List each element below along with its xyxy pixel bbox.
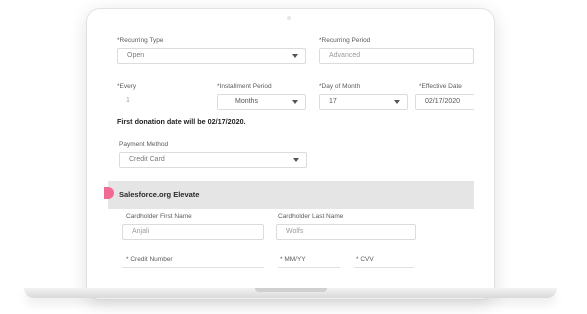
recurring-type-value: Open (127, 52, 145, 59)
effective-date-label: *Effective Date (419, 83, 462, 90)
chevron-down-icon (292, 100, 298, 104)
mmyy-input[interactable] (278, 267, 340, 268)
cardholder-first-label: Cardholder First Name (126, 213, 192, 220)
installment-period-select[interactable]: Months (217, 94, 306, 110)
payment-method-label: Payment Method (119, 141, 169, 148)
cvv-input[interactable] (354, 267, 414, 268)
credit-number-input[interactable] (122, 267, 264, 268)
effective-date-value: 02/17/2020 (425, 98, 461, 105)
recurring-period-value: Advanced (329, 52, 361, 59)
cardholder-last-value: Wolfs (286, 228, 304, 235)
donation-form-screen: *Recurring Type Open *Recurring Period A… (108, 33, 474, 270)
installment-period-value: Months (235, 98, 258, 105)
elevate-section-header: Salesforce.org Elevate (108, 181, 474, 209)
cardholder-last-label: Cardholder Last Name (278, 213, 344, 220)
day-of-month-value: 17 (329, 98, 337, 105)
chevron-down-icon (293, 158, 299, 162)
chevron-down-icon (394, 100, 400, 104)
recurring-period-label: *Recurring Period (319, 37, 371, 44)
payment-method-value: Credit Card (129, 156, 165, 163)
payment-method-select[interactable]: Credit Card (119, 152, 307, 168)
chevron-down-icon (292, 54, 298, 58)
recurring-type-select[interactable]: Open (117, 48, 306, 64)
every-value: 1 (126, 97, 130, 104)
first-donation-message: First donation date will be 02/17/2020. (117, 117, 246, 126)
credit-number-label: * Credit Number (126, 256, 173, 263)
camera-dot (287, 16, 291, 20)
cvv-label: * CVV (356, 256, 374, 263)
every-input[interactable]: 1 (117, 94, 205, 110)
installment-period-label: *Installment Period (217, 83, 272, 90)
day-of-month-label: *Day of Month (319, 83, 361, 90)
recurring-period-field[interactable]: Advanced (319, 48, 474, 64)
laptop-base-notch (255, 288, 327, 292)
day-of-month-select[interactable]: 17 (319, 94, 408, 110)
recurring-type-label: *Recurring Type (117, 37, 164, 44)
cardholder-first-input[interactable]: Anjali (122, 224, 264, 240)
cardholder-first-value: Anjali (132, 228, 150, 235)
cardholder-last-input[interactable]: Wolfs (276, 224, 416, 240)
section-title: Salesforce.org Elevate (119, 190, 200, 199)
mmyy-label: * MM/YY (280, 256, 306, 263)
effective-date-input[interactable]: 02/17/2020 (415, 94, 474, 110)
every-label: *Every (117, 83, 137, 90)
